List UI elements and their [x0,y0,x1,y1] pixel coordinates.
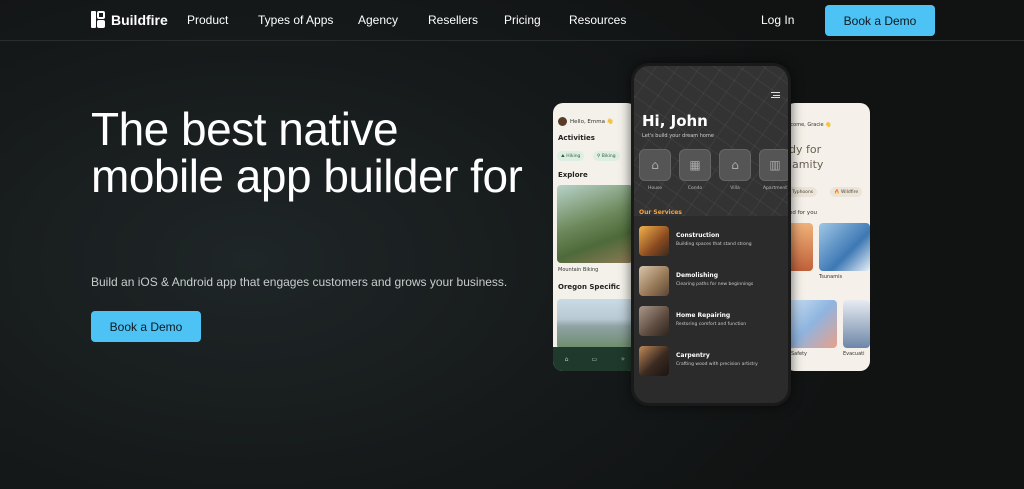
top-nav: Buildfire Product Types of Apps Agency R… [0,0,1024,41]
activities-heading: Activities [558,134,595,142]
hero-subtitle: Build an iOS & Android app that engages … [91,275,508,289]
mountain-biking-caption: Mountain Biking [558,267,599,273]
tab-bar: ⌂ ▭ ✧ [553,347,637,371]
construction-image [639,226,669,256]
service-title: Demolishing [676,272,719,279]
phone-subtitle: Let's build your dream home [642,133,714,139]
house-icon: ⌂ [639,149,671,181]
nav-agency[interactable]: Agency [358,13,398,27]
avatar [558,117,567,126]
category-label: Villa [730,186,740,191]
service-desc: Restoring comfort and function [676,322,747,327]
category-label: Apartment [762,186,788,191]
phone-mockup-center: Hi, John Let's build your dream home ⌂ H… [631,63,791,406]
chip-label: Hiking [566,153,581,159]
brand-logo[interactable]: Buildfire [91,11,168,28]
service-desc: Building spaces that stand strong [676,242,752,247]
villa-icon: ⌂ [719,149,751,181]
chip-hiking: ⛰ Hiking [557,151,585,161]
title-line2: lamity [789,158,824,171]
chip-wildfire: 🔥 Wildfire [830,187,863,197]
repairing-image [639,306,669,336]
service-demolishing: Demolishing Clearing paths for new begin… [639,266,788,302]
nav-types-of-apps[interactable]: Types of Apps [258,13,333,27]
service-title: Home Repairing [676,312,731,319]
category-label: Condo [687,186,703,191]
chip-label: Biking [601,153,616,159]
map-icon: ▭ [591,355,598,363]
phone-mockup-left: Hello, Emma 👋 Activities ⛰ Hiking ⚲ Biki… [553,103,637,371]
services-heading: Our Services [639,209,682,216]
phone-mockup-right: lcome, Gracie 👋 dy for lamity f Typhoons… [785,103,870,371]
book-demo-nav-button[interactable]: Book a Demo [825,5,935,36]
tsunami-caption: Tsunamis [819,274,843,280]
menu-icon [771,92,780,98]
tsunami-image [819,223,870,271]
phone-title: Hi, John [642,112,708,130]
condo-icon: ▦ [679,149,711,181]
nav-product[interactable]: Product [187,13,228,27]
login-link[interactable]: Log In [761,13,794,27]
service-desc: Clearing paths for new beginnings [676,282,754,287]
brand-name: Buildfire [111,11,168,28]
category-villa: ⌂ Villa [719,149,753,191]
mountain-image [557,299,633,349]
buildfire-logo-icon [91,11,105,28]
greeting-text: Hello, Emma 👋 [570,118,614,125]
service-desc: Crafting wood with precision artistry [676,362,758,367]
safety-caption: Safety [791,351,807,357]
category-apartment: ▥ Apartment [759,149,788,191]
safety-image [785,300,837,348]
greeting: Hello, Emma 👋 [558,117,614,126]
evacuation-caption: Evacuati [843,351,865,357]
chip-biking: ⚲ Biking [593,151,620,161]
nav-resources[interactable]: Resources [569,13,626,27]
category-label: House [647,186,663,191]
demolishing-image [639,266,669,296]
service-home-repairing: Home Repairing Restoring comfort and fun… [639,306,788,342]
section-heading: ed for you [789,210,818,216]
oregon-heading: Oregon Specific [558,283,621,291]
apartment-icon: ▥ [759,149,788,181]
nav-resellers[interactable]: Resellers [428,13,478,27]
book-demo-hero-button[interactable]: Book a Demo [91,311,201,342]
hero-title: The best native mobile app builder for [91,103,523,202]
carpentry-image [639,346,669,376]
evacuation-image [843,300,870,348]
mountain-biking-image [557,185,633,263]
explore-heading: Explore [558,171,588,179]
home-icon: ⌂ [564,355,569,363]
service-title: Construction [676,232,720,239]
service-title: Carpentry [676,352,710,359]
service-construction: Construction Building spaces that stand … [639,226,788,262]
greeting-text: lcome, Gracie 👋 [789,122,832,128]
title-line1: dy for [789,143,822,156]
blueprint-background [634,66,788,216]
compass-icon: ✧ [620,355,626,363]
category-condo: ▦ Condo [679,149,713,191]
nav-pricing[interactable]: Pricing [504,13,541,27]
category-house: ⌂ House [639,149,673,191]
service-carpentry: Carpentry Crafting wood with precision a… [639,346,788,382]
